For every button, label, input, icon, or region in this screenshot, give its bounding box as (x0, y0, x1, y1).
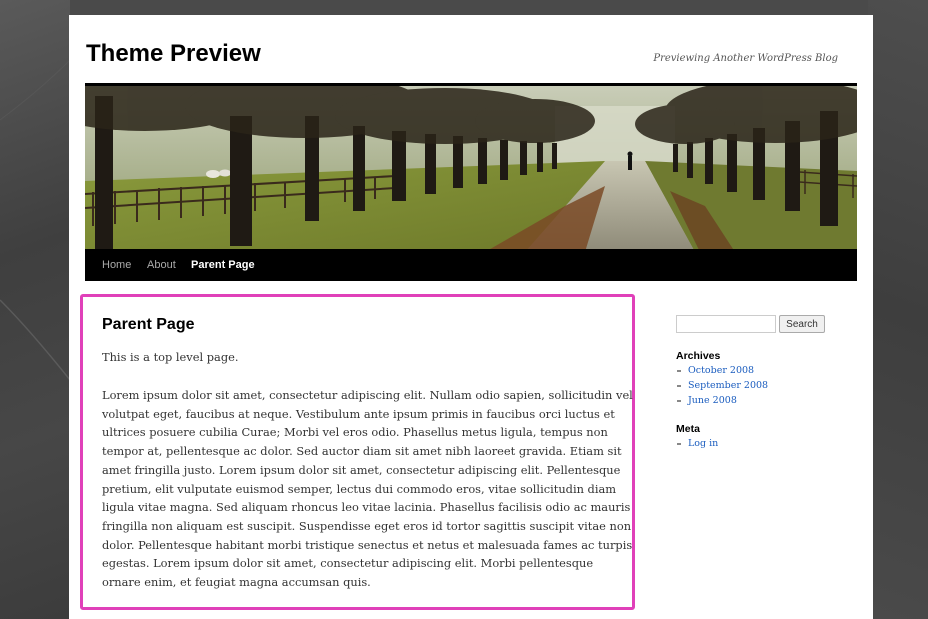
meta-widget-title: Meta (676, 423, 700, 435)
nav-item-about[interactable]: About (147, 259, 176, 271)
site-description: Previewing Another WordPress Blog (653, 53, 838, 64)
desktop-background-right (868, 0, 928, 619)
archive-link-june-2008[interactable]: June 2008 (688, 395, 737, 406)
page-intro: This is a top level page. (102, 350, 239, 364)
site-title[interactable]: Theme Preview (86, 42, 261, 66)
nav-item-parent-page[interactable]: Parent Page (191, 259, 255, 271)
page-content-highlight: Parent Page This is a top level page. Lo… (80, 294, 635, 610)
archive-link-september-2008[interactable]: September 2008 (688, 380, 768, 391)
log-in-link[interactable]: Log in (688, 438, 718, 449)
meta-list: Log in (676, 436, 718, 451)
header-image (85, 83, 857, 252)
archive-item: June 2008 (676, 393, 768, 408)
search-input[interactable] (676, 315, 776, 333)
archives-widget-title: Archives (676, 350, 721, 362)
search-button[interactable]: Search (779, 315, 825, 333)
archives-list: October 2008 September 2008 June 2008 (676, 363, 768, 408)
meta-item: Log in (676, 436, 718, 451)
archive-item: September 2008 (676, 378, 768, 393)
background-swoosh (0, 59, 70, 381)
blog-page: Theme Preview Previewing Another WordPre… (69, 15, 873, 619)
page-body-text: Lorem ipsum dolor sit amet, consectetur … (102, 388, 633, 590)
nav-item-home[interactable]: Home (102, 259, 131, 271)
main-navigation: Home About Parent Page (85, 249, 857, 281)
archive-item: October 2008 (676, 363, 768, 378)
archive-link-october-2008[interactable]: October 2008 (688, 365, 754, 376)
page-title: Parent Page (102, 316, 195, 333)
